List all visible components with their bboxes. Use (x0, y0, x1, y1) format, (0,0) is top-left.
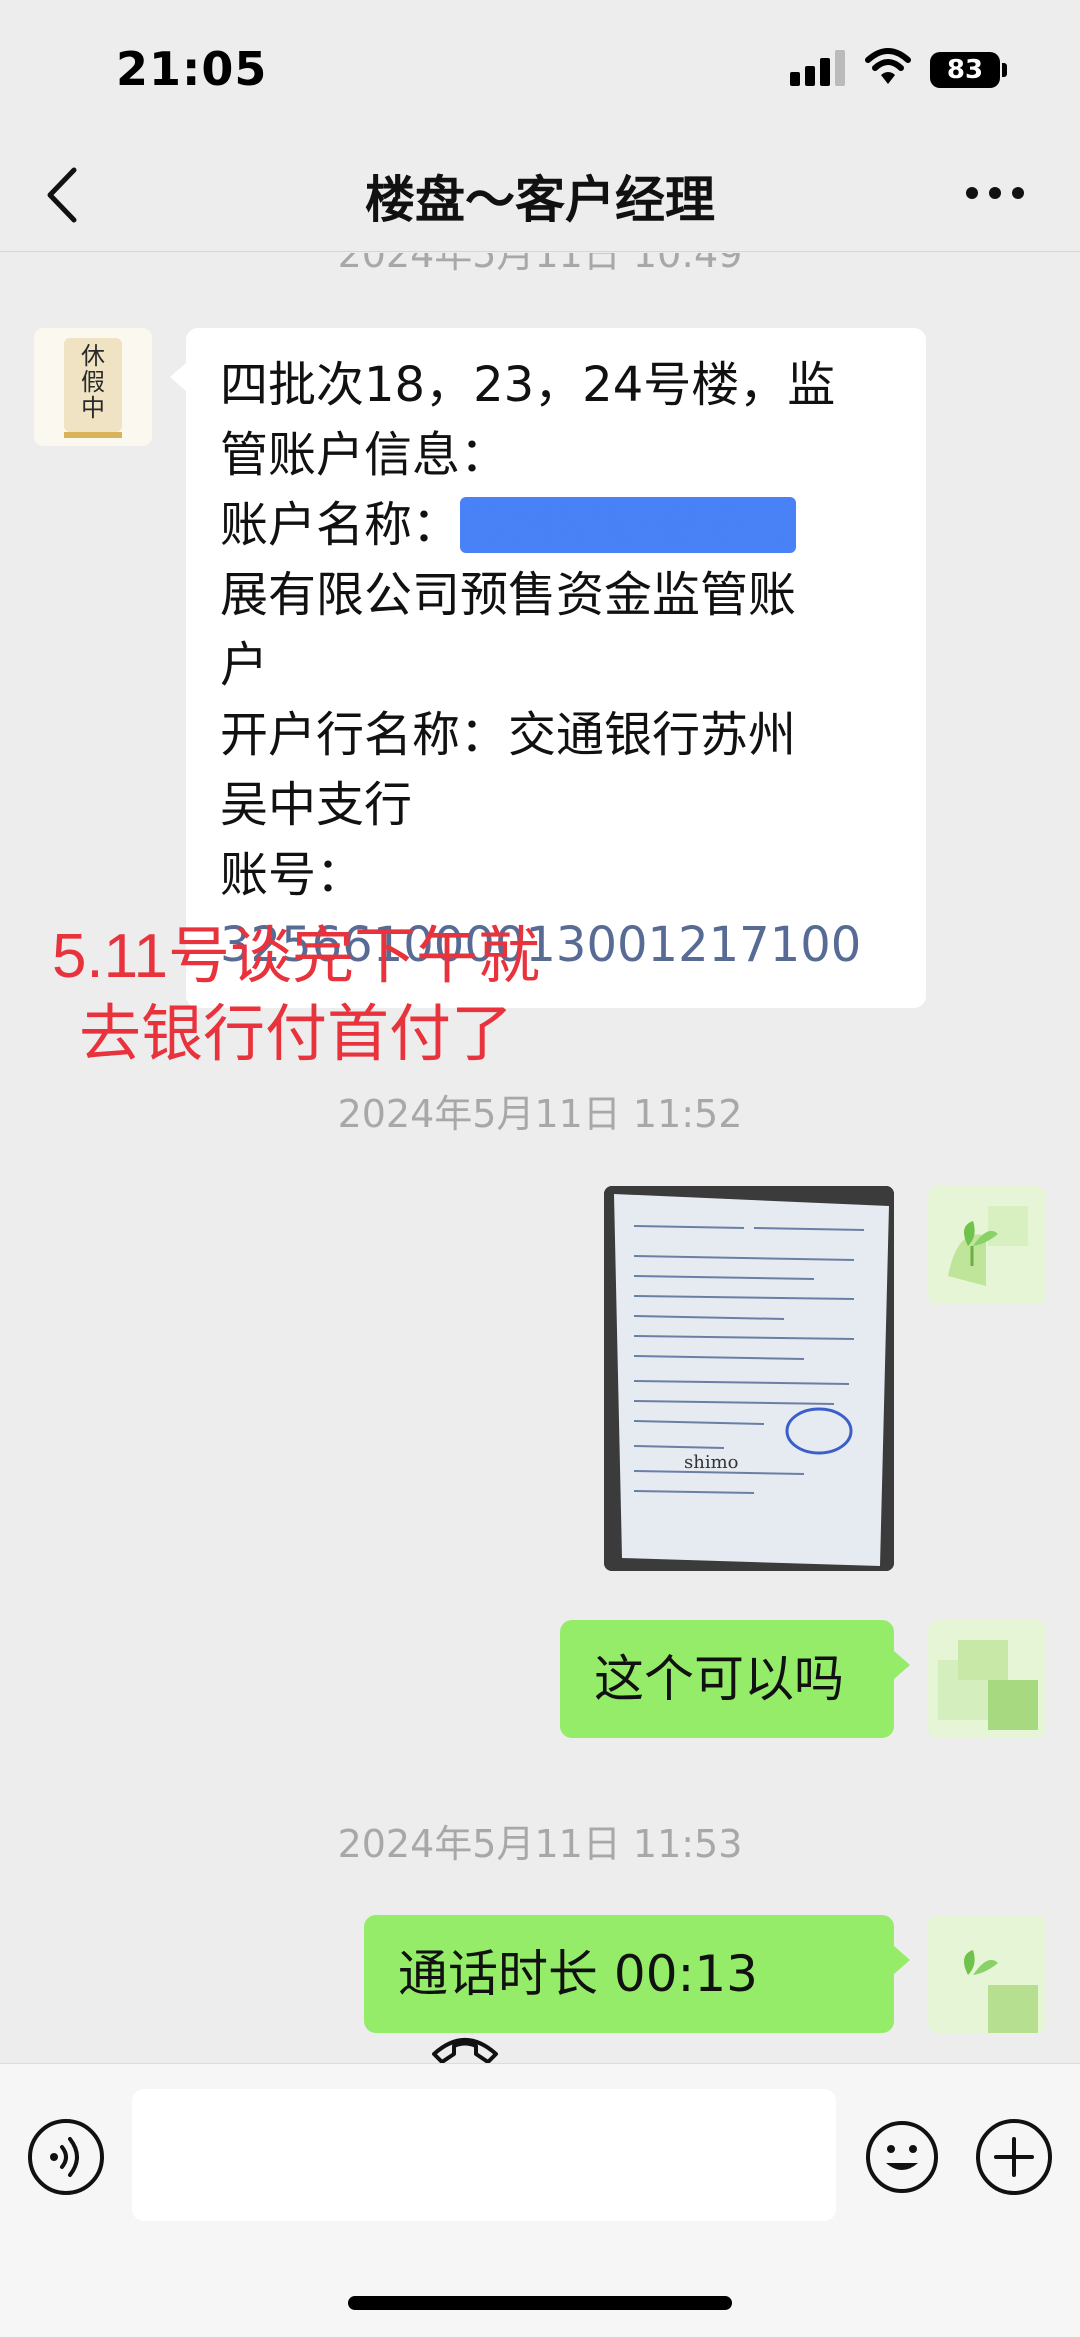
message-input[interactable] (132, 2089, 836, 2221)
timestamp: 2024年5月11日 10:49 (337, 253, 743, 276)
contact-avatar[interactable]: 休 假 中 (34, 328, 152, 446)
message-line: 开户行名称：交通银行苏州 (220, 707, 797, 763)
message-bubble-outgoing[interactable]: 这个可以吗 (560, 1620, 894, 1738)
avatar-image (928, 1186, 1046, 1304)
timestamp: 2024年5月11日 11:53 (337, 1822, 743, 1866)
message-text: 这个可以吗 (594, 1650, 844, 1708)
chat-area[interactable]: 2024年5月11日 10:49 休 假 中 四批次18，23，24号楼，监 管… (0, 253, 1080, 2063)
message-bubble-account-info[interactable]: 四批次18，23，24号楼，监 管账户信息： 账户名称：苏州星辰建设发 展有限公… (186, 328, 926, 1008)
my-avatar[interactable] (928, 1620, 1046, 1738)
phone-hangup-icon (432, 2037, 498, 2063)
signal-icon (790, 50, 846, 86)
redacted-account-name: 苏州星辰建设发 (460, 497, 797, 553)
message-line: 四批次18，23，24号楼，监 (220, 357, 836, 413)
receipt-photo: shimo (604, 1186, 894, 1571)
svg-text:休: 休 (81, 342, 105, 370)
account-name-label: 账户名称： (220, 497, 461, 553)
photo-message[interactable]: shimo (604, 1186, 894, 1571)
bubble-tail (894, 1651, 910, 1679)
my-avatar[interactable] (928, 1186, 1046, 1304)
bubble-tail (170, 363, 186, 391)
message-line: 管账户信息： (220, 427, 509, 483)
avatar-image (928, 1620, 1046, 1738)
call-record-bubble[interactable]: 通话时长 00:13 (364, 1915, 894, 2063)
plus-icon[interactable] (976, 2119, 1052, 2195)
wifi-icon (865, 48, 911, 84)
annotation-line: 去银行付首付了 (78, 1000, 513, 1069)
message-line: 吴中支行 (220, 777, 413, 833)
home-indicator[interactable] (348, 2296, 732, 2310)
status-time: 21:05 (116, 42, 268, 96)
svg-text:shimo: shimo (684, 1452, 739, 1473)
message-line: 展有限公司预售资金监管账 (220, 567, 797, 623)
my-avatar[interactable] (928, 1915, 1046, 2033)
chat-title: 楼盘～客户经理 (365, 171, 715, 229)
call-duration-text: 通话时长 00:13 (398, 1945, 758, 2003)
battery-indicator: 83 (930, 52, 1000, 88)
bubble-tail (894, 1946, 910, 1974)
svg-text:假: 假 (81, 368, 105, 396)
message-line: 户 (220, 637, 269, 693)
svg-text:中: 中 (81, 394, 105, 422)
battery-tip (1002, 63, 1007, 77)
avatar-image (928, 1915, 1046, 2033)
emoji-icon[interactable] (864, 2119, 940, 2195)
avatar-image: 休 假 中 (34, 328, 152, 446)
message-line: 账户名称：苏州星辰建设发 (220, 490, 892, 560)
status-bar: 21:05 83 (0, 0, 1080, 140)
message-line: 账号： (220, 847, 365, 903)
annotation-note: 5.11号谈完下午就 去银行付首付了 (26, 918, 566, 1074)
nav-bar: 楼盘～客户经理 (0, 140, 1080, 252)
timestamp: 2024年5月11日 11:52 (337, 1092, 743, 1136)
voice-icon[interactable] (28, 2119, 104, 2195)
more-dots-icon[interactable] (966, 178, 1026, 208)
annotation-line: 5.11号谈完下午就 (51, 922, 541, 991)
